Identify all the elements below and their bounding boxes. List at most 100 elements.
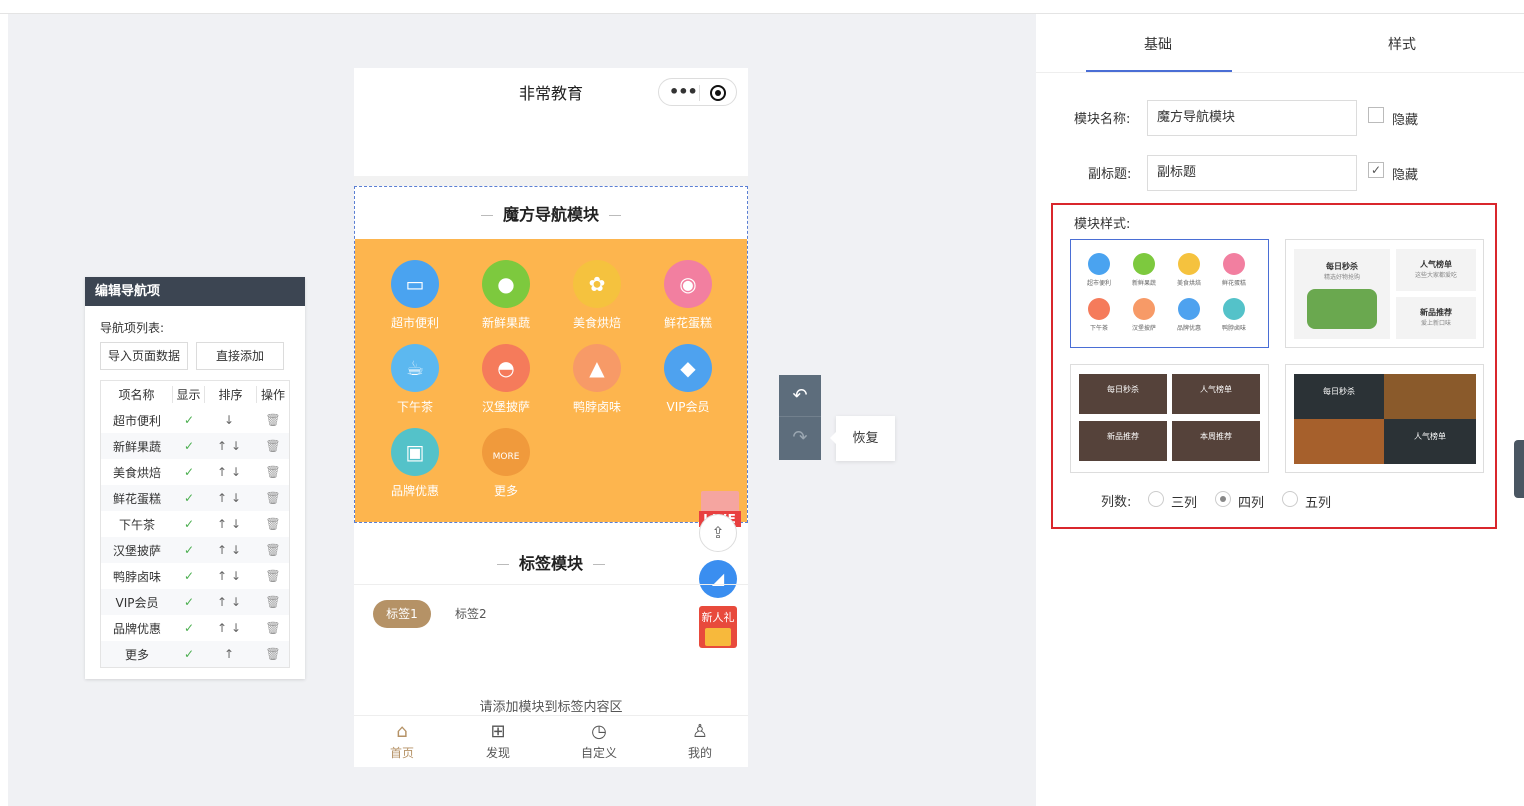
check-icon[interactable]: ✓ <box>173 647 205 661</box>
new-user-gift-badge[interactable]: 新人礼 <box>699 606 737 648</box>
subtitle-input[interactable]: 副标题 <box>1147 155 1357 191</box>
sort-arrows[interactable]: ↑↓ <box>205 491 257 505</box>
check-icon[interactable]: ✓ <box>173 413 205 427</box>
nav-grid: MORE 更多 ▣ 品牌优惠 ◆ VIP会员 ▲ 鸭脖卤味 ◓ 汉堡披萨 ☕ 下午茶 ◉ 鲜花蛋糕 ✿ 美食烘… <box>355 239 747 527</box>
gift-icon <box>705 628 731 646</box>
tab-mine[interactable]: ♙ 我的 <box>665 720 735 761</box>
nav-item[interactable]: ▲ 鸭脖卤味 <box>557 344 637 415</box>
nav-item-label: 品牌优惠 <box>390 484 439 498</box>
empty-tab-hint: 请添加模块到标签内容区 <box>479 700 623 715</box>
tile: 每日秒杀 精选好物抢购 <box>1294 249 1390 339</box>
trash-icon[interactable]: 🗑 <box>257 491 289 505</box>
nav-item[interactable]: ◓ 汉堡披萨 <box>466 344 546 415</box>
nav-list-label: 导航项列表: <box>100 321 165 335</box>
radio-four-columns[interactable] <box>1215 491 1231 507</box>
hide-subtitle-checkbox[interactable]: ✓ <box>1368 162 1384 178</box>
sort-arrows[interactable]: ↑ <box>205 647 257 661</box>
nav-item[interactable]: ▣ 品牌优惠 <box>375 428 455 499</box>
trash-icon[interactable]: 🗑 <box>257 439 289 453</box>
nav-item[interactable]: ◆ VIP会员 <box>648 344 728 415</box>
tab-discover[interactable]: ⊞ 发现 <box>463 720 533 761</box>
nav-item[interactable]: ☕ 下午茶 <box>375 344 455 415</box>
mini-program-capsule[interactable]: ••• <box>658 78 737 106</box>
nav-item-label: 超市便利 <box>390 316 439 330</box>
trash-icon[interactable]: 🗑 <box>257 413 289 427</box>
edit-nav-panel: 编辑导航项 导航项列表: 导入页面数据 直接添加 项名称 显示 排序 操作 超市… <box>85 277 305 679</box>
tile-sub: 精选好物抢购 <box>1323 274 1360 281</box>
hide-name-checkbox[interactable] <box>1368 107 1384 123</box>
tab-basic[interactable]: 基础 <box>1144 34 1172 54</box>
nav-item[interactable]: ● 新鲜果蔬 <box>466 260 546 331</box>
check-icon[interactable]: ✓ <box>173 465 205 479</box>
undo-redo-toolbar: ↶ ↷ <box>779 375 821 460</box>
nav-item[interactable]: ◉ 鲜花蛋糕 <box>648 260 728 331</box>
check-icon[interactable]: ✓ <box>173 621 205 635</box>
style-option-banner-left[interactable]: 每日秒杀 精选好物抢购 人气榜单 这些大家都爱吃 新品推荐 爱上新口味 <box>1285 239 1484 348</box>
tag-1[interactable]: 标签1 <box>373 600 431 628</box>
style-option-four-grid[interactable]: 每日秒杀 人气榜单 新品推荐 本周推荐 <box>1070 364 1269 473</box>
undo-icon[interactable]: ↶ <box>779 375 821 417</box>
close-target-icon[interactable] <box>710 85 726 101</box>
tile: 人气榜单 <box>1384 419 1476 464</box>
sort-arrows[interactable]: ↑↓ <box>205 543 257 557</box>
cube-nav-module[interactable]: 魔方导航模块 MORE 更多 ▣ 品牌优惠 ◆ VIP会员 ▲ 鸭脖卤味 ◓ 汉堡披萨 ☕ 下午茶 ◉ 鲜… <box>354 186 748 527</box>
check-icon[interactable]: ✓ <box>173 517 205 531</box>
tab-label: 自定义 <box>580 746 617 760</box>
sort-arrows[interactable]: ↑↓ <box>205 621 257 635</box>
sort-arrows[interactable]: ↓ <box>205 413 257 427</box>
sort-arrows[interactable]: ↑↓ <box>205 517 257 531</box>
sort-arrows[interactable]: ↑↓ <box>205 595 257 609</box>
trash-icon[interactable]: 🗑 <box>257 465 289 479</box>
style-option-checker[interactable]: 每日秒杀 人气榜单 <box>1285 364 1484 473</box>
check-icon[interactable]: ✓ <box>173 491 205 505</box>
nav-item[interactable]: MORE 更多 <box>466 428 546 499</box>
mini-icon <box>1223 253 1245 275</box>
phone-preview: 非常教育 ••• 魔方导航模块 MORE 更多 ▣ 品牌优惠 ◆ VIP会员 ▲ 鸭脖卤味 ◓ 汉… <box>354 68 748 767</box>
radio-five-columns[interactable] <box>1282 491 1298 507</box>
tile: 本周推荐 <box>1172 421 1260 461</box>
tile: 每日秒杀 <box>1079 374 1167 414</box>
trash-icon[interactable]: 🗑 <box>257 647 289 661</box>
user-icon: ♙ <box>691 721 709 742</box>
trash-icon[interactable]: 🗑 <box>257 569 289 583</box>
tile-title: 每日秒杀 <box>1326 262 1358 271</box>
check-icon[interactable]: ✓ <box>173 543 205 557</box>
trash-icon[interactable]: 🗑 <box>257 595 289 609</box>
table-row: 超市便利 ✓ ↓ 🗑 <box>101 407 289 433</box>
table-row: 汉堡披萨 ✓ ↑↓ 🗑 <box>101 537 289 563</box>
sort-arrows[interactable]: ↑↓ <box>205 569 257 583</box>
radio-three-columns[interactable] <box>1148 491 1164 507</box>
check-icon[interactable]: ✓ <box>173 595 205 609</box>
divider <box>354 176 748 186</box>
add-direct-button[interactable]: 直接添加 <box>196 342 284 370</box>
nav-item[interactable]: ▭ 超市便利 <box>375 260 455 331</box>
import-page-data-button[interactable]: 导入页面数据 <box>100 342 188 370</box>
vegetables-image <box>1307 289 1377 329</box>
sort-arrows[interactable]: ↑↓ <box>205 439 257 453</box>
settings-panel: 基础 样式 模块名称: 魔方导航模块 隐藏 副标题: 副标题 ✓ 隐藏 模块样式… <box>1036 14 1524 806</box>
bottom-tabbar: ⌂ 首页 ⊞ 发现 ◷ 自定义 ♙ 我的 <box>354 715 748 767</box>
redo-icon[interactable]: ↷ <box>779 417 821 459</box>
sort-arrows[interactable]: ↑↓ <box>205 465 257 479</box>
style-option-icons[interactable]: 超市便利 新鲜果蔬 美食烘焙 鲜花蛋糕 下午茶 汉堡披萨 品牌优惠 鸭脖卤味 <box>1070 239 1269 348</box>
tile-title: 人气榜单 <box>1420 260 1452 269</box>
nav-item-label: 新鲜果蔬 <box>481 316 530 330</box>
tag-2[interactable]: 标签2 <box>455 605 487 622</box>
radio-label: 四列 <box>1238 496 1265 511</box>
trash-icon[interactable]: 🗑 <box>257 517 289 531</box>
tab-home[interactable]: ⌂ 首页 <box>367 720 437 761</box>
trash-icon[interactable]: 🗑 <box>257 543 289 557</box>
trash-icon[interactable]: 🗑 <box>257 621 289 635</box>
module-name-input[interactable]: 魔方导航模块 <box>1147 100 1357 136</box>
tab-custom[interactable]: ◷ 自定义 <box>564 720 634 761</box>
check-icon[interactable]: ✓ <box>173 569 205 583</box>
check-icon[interactable]: ✓ <box>173 439 205 453</box>
side-scroll-handle[interactable] <box>1514 440 1524 498</box>
tab-style[interactable]: 样式 <box>1388 34 1416 54</box>
nav-item[interactable]: ✿ 美食烘焙 <box>557 260 637 331</box>
item-name: 品牌优惠 <box>112 621 161 636</box>
share-icon[interactable]: ⇪ <box>699 514 737 552</box>
mini-label: 鲜花蛋糕 <box>1221 280 1246 287</box>
more-dots-icon[interactable]: ••• <box>669 82 698 101</box>
nav-item-label: 汉堡披萨 <box>481 400 530 414</box>
